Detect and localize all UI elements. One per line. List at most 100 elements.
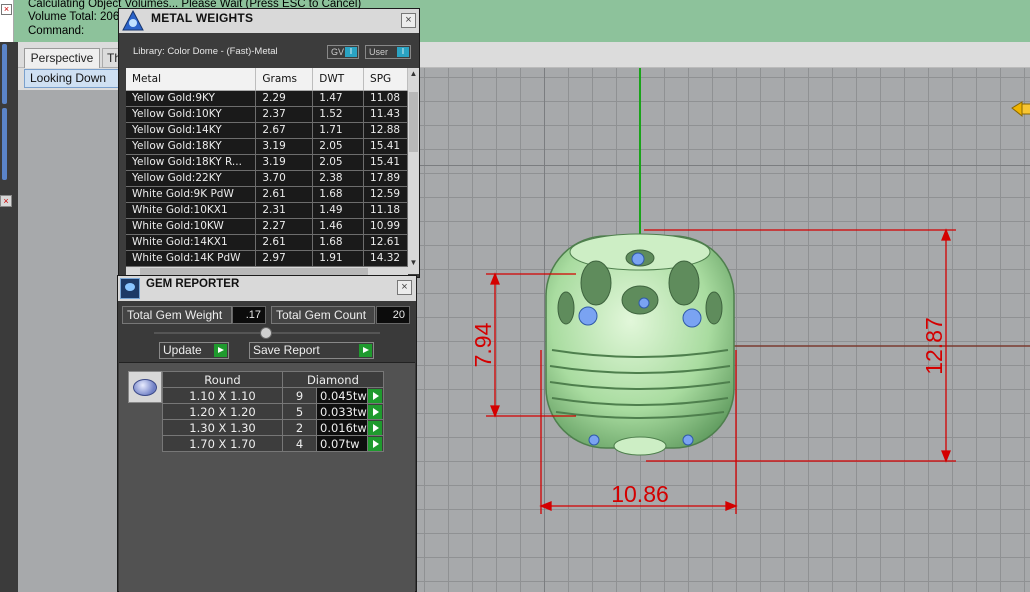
scroll-thumb[interactable] bbox=[409, 92, 418, 152]
spg-value: 12.88 bbox=[363, 122, 408, 139]
metal-table-vertical-scrollbar[interactable]: ▲ ▼ bbox=[408, 68, 419, 274]
column-header-spg[interactable]: SPG bbox=[363, 68, 408, 91]
pendant-model bbox=[545, 233, 735, 456]
table-row[interactable]: 1.70 X 1.70 4 0.07tw bbox=[162, 435, 384, 452]
update-button[interactable]: Update bbox=[159, 342, 229, 359]
save-report-button[interactable]: Save Report bbox=[249, 342, 374, 359]
metal-name: Yellow Gold:18KY R... bbox=[126, 154, 257, 171]
toggle-knob-icon: I bbox=[345, 47, 357, 57]
dwt-value: 2.05 bbox=[312, 138, 365, 155]
gem-count: 9 bbox=[282, 387, 317, 404]
spg-value: 15.41 bbox=[363, 154, 408, 171]
toolbar-grip[interactable] bbox=[2, 108, 7, 180]
close-icon[interactable]: × bbox=[401, 13, 416, 28]
grams-value: 3.70 bbox=[255, 170, 314, 187]
table-row[interactable]: Yellow Gold:14KY 2.67 1.71 12.88 bbox=[126, 122, 408, 139]
table-row[interactable]: Yellow Gold:10KY 2.37 1.52 11.43 bbox=[126, 106, 408, 123]
close-icon[interactable]: × bbox=[1, 4, 12, 15]
metal-name: White Gold:9K PdW bbox=[126, 186, 257, 203]
grams-value: 2.61 bbox=[255, 186, 314, 203]
column-header-metal[interactable]: Metal bbox=[126, 68, 257, 91]
viewport-left-area[interactable] bbox=[18, 90, 118, 592]
column-header-dwt[interactable]: DWT bbox=[312, 68, 365, 91]
table-row[interactable]: 1.10 X 1.10 9 0.045tw bbox=[162, 387, 384, 404]
metal-weights-title: METAL WEIGHTS bbox=[151, 11, 254, 25]
table-row[interactable]: Yellow Gold:9KY 2.29 1.47 11.08 bbox=[126, 90, 408, 107]
table-row[interactable]: White Gold:14K PdW 2.97 1.91 14.32 bbox=[126, 250, 408, 267]
dwt-value: 1.91 bbox=[312, 250, 365, 267]
close-icon[interactable]: × bbox=[397, 280, 412, 295]
gem-size: 1.10 X 1.10 bbox=[162, 387, 283, 404]
select-gems-button[interactable] bbox=[366, 403, 384, 420]
total-gem-weight-label: Total Gem Weight bbox=[122, 306, 232, 324]
select-gems-button[interactable] bbox=[366, 435, 384, 452]
command-prompt[interactable]: Command: bbox=[28, 25, 84, 37]
table-row[interactable]: White Gold:14KX1 2.61 1.68 12.61 bbox=[126, 234, 408, 251]
metal-library-label: Library: Color Dome - (Fast)-Metal bbox=[133, 46, 278, 57]
splitter-handle[interactable] bbox=[260, 327, 272, 339]
play-icon bbox=[368, 404, 383, 419]
table-row[interactable]: 1.30 X 1.30 2 0.016tw bbox=[162, 419, 384, 436]
gem-weight: 0.016tw bbox=[316, 419, 368, 436]
table-row[interactable]: Yellow Gold:18KY R... 3.19 2.05 15.41 bbox=[126, 154, 408, 171]
viewport-drawing: 10.86 12.87 7.94 bbox=[416, 68, 1030, 592]
round-gem-thumbnail[interactable] bbox=[128, 371, 162, 403]
dwt-value: 1.49 bbox=[312, 202, 365, 219]
grams-value: 2.37 bbox=[255, 106, 314, 123]
metal-name: White Gold:10KW bbox=[126, 218, 257, 235]
toggle-user-label: User bbox=[369, 47, 389, 57]
dimension-height-full: 12.87 bbox=[921, 317, 947, 375]
select-gems-button[interactable] bbox=[366, 387, 384, 404]
update-button-label: Update bbox=[163, 343, 202, 357]
gem-table: Round Diamond 1.10 X 1.10 9 0.045tw 1.20 X… bbox=[162, 371, 384, 452]
table-row[interactable]: Yellow Gold:22KY 3.70 2.38 17.89 bbox=[126, 170, 408, 187]
metal-name: Yellow Gold:22KY bbox=[126, 170, 257, 187]
command-volume-line: Volume Total: 206 bbox=[28, 11, 120, 23]
metal-name: White Gold:14KX1 bbox=[126, 234, 257, 251]
close-icon[interactable]: × bbox=[0, 195, 12, 207]
gem-list-area: Round Diamond 1.10 X 1.10 9 0.045tw 1.20 X… bbox=[119, 362, 415, 592]
table-row[interactable]: White Gold:9K PdW 2.61 1.68 12.59 bbox=[126, 186, 408, 203]
tab-perspective[interactable]: Perspective bbox=[24, 48, 100, 68]
toggle-user[interactable]: User I bbox=[365, 45, 411, 59]
scroll-up-icon[interactable]: ▲ bbox=[408, 69, 419, 78]
spg-value: 17.89 bbox=[363, 170, 408, 187]
grams-value: 2.31 bbox=[255, 202, 314, 219]
grams-value: 3.19 bbox=[255, 154, 314, 171]
dwt-value: 1.52 bbox=[312, 106, 365, 123]
metal-weights-titlebar[interactable]: METAL WEIGHTS × bbox=[119, 9, 419, 33]
left-toolbar: × bbox=[0, 42, 18, 592]
gem-shape-header: Round bbox=[162, 371, 283, 388]
dwt-value: 1.71 bbox=[312, 122, 365, 139]
table-row[interactable]: Yellow Gold:18KY 3.19 2.05 15.41 bbox=[126, 138, 408, 155]
matrix-app-icon bbox=[122, 10, 144, 31]
spg-value: 12.59 bbox=[363, 186, 408, 203]
table-row[interactable]: 1.20 X 1.20 5 0.033tw bbox=[162, 403, 384, 420]
gem-weight: 0.033tw bbox=[316, 403, 368, 420]
toggle-gv-label: GV bbox=[331, 47, 345, 57]
table-row[interactable]: White Gold:10KX1 2.31 1.49 11.18 bbox=[126, 202, 408, 219]
spg-value: 14.32 bbox=[363, 250, 408, 267]
viewport-canvas[interactable]: 10.86 12.87 7.94 bbox=[416, 68, 1030, 592]
dwt-value: 1.68 bbox=[312, 186, 365, 203]
metal-weights-panel: METAL WEIGHTS × Library: Color Dome - (F… bbox=[118, 8, 420, 278]
column-header-grams[interactable]: Grams bbox=[255, 68, 314, 91]
scroll-down-icon[interactable]: ▼ bbox=[408, 258, 419, 267]
dwt-value: 2.38 bbox=[312, 170, 365, 187]
save-report-button-label: Save Report bbox=[253, 343, 320, 357]
play-icon bbox=[214, 344, 227, 357]
table-row[interactable]: White Gold:10KW 2.27 1.46 10.99 bbox=[126, 218, 408, 235]
command-side-strip: × bbox=[0, 0, 14, 42]
gem-size: 1.70 X 1.70 bbox=[162, 435, 283, 452]
grams-value: 2.67 bbox=[255, 122, 314, 139]
gem-reporter-icon bbox=[120, 278, 140, 299]
gem-reporter-titlebar[interactable]: GEM REPORTER × bbox=[118, 276, 416, 301]
grams-value: 2.27 bbox=[255, 218, 314, 235]
select-gems-button[interactable] bbox=[366, 419, 384, 436]
metal-name: Yellow Gold:10KY bbox=[126, 106, 257, 123]
toggle-gv[interactable]: GV I bbox=[327, 45, 359, 59]
dwt-value: 1.68 bbox=[312, 234, 365, 251]
toolbar-grip[interactable] bbox=[2, 44, 7, 104]
view-direction-menu[interactable]: Looking Down bbox=[24, 69, 124, 88]
spg-value: 10.99 bbox=[363, 218, 408, 235]
